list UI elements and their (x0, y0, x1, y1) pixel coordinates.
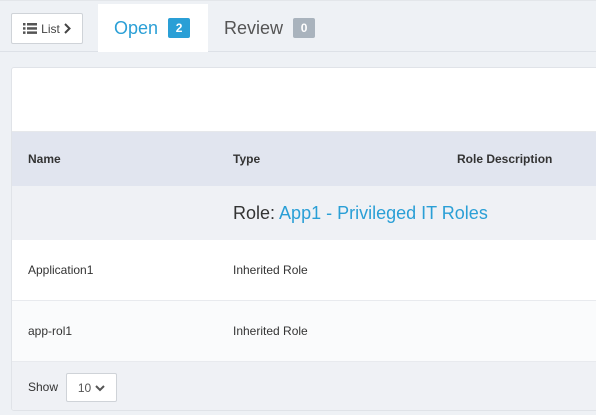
column-header-type[interactable]: Type (233, 152, 260, 166)
table-header: Name Type Role Description (12, 132, 596, 186)
tab-open[interactable]: Open 2 (98, 4, 208, 52)
open-count-badge: 2 (168, 18, 191, 38)
group-prefix: Role: (233, 202, 276, 223)
panel-toolbar (12, 68, 596, 132)
roles-panel: Name Type Role Description Role: App1 - … (11, 67, 596, 411)
group-heading: Role: App1 - Privileged IT Roles (233, 203, 488, 224)
tab-review-label: Review (224, 17, 284, 38)
page-size-value: 10 (77, 380, 92, 395)
column-header-name[interactable]: Name (28, 152, 61, 166)
table-row[interactable]: app-rol1 Inherited Role (12, 301, 596, 362)
table-row[interactable]: Application1 Inherited Role (12, 240, 596, 301)
tab-review[interactable]: Review 0 (208, 4, 328, 52)
table-footer: Show 10 (12, 362, 596, 410)
row-type: Inherited Role (233, 324, 308, 338)
column-header-role-description[interactable]: Role Description (457, 152, 552, 166)
chevron-down-icon (95, 381, 105, 395)
show-label: Show (28, 380, 59, 394)
list-icon (23, 23, 38, 34)
chevron-right-icon (64, 23, 71, 34)
row-name: Application1 (28, 263, 94, 277)
review-count-badge: 0 (293, 18, 316, 38)
list-view-button[interactable]: List (11, 13, 83, 44)
group-role-link[interactable]: App1 - Privileged IT Roles (279, 203, 488, 223)
row-type: Inherited Role (233, 263, 308, 277)
row-name: app-rol1 (28, 324, 73, 338)
tab-open-label: Open (114, 17, 159, 38)
page-size-select[interactable]: 10 (66, 373, 117, 402)
top-bar: List Open 2 Review 0 (0, 0, 596, 52)
group-row: Role: App1 - Privileged IT Roles (12, 186, 596, 240)
list-button-label: List (41, 21, 60, 36)
